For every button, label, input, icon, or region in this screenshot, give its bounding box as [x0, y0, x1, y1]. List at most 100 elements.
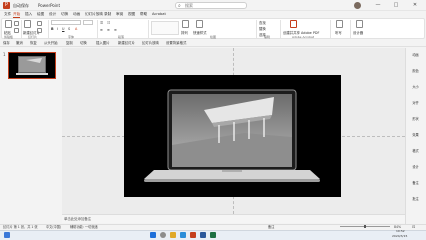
tab-animations[interactable]: 动画 — [73, 11, 80, 18]
qa-from-beginning[interactable]: 从头开始 — [44, 40, 58, 47]
acrobat-pdf-icon[interactable] — [290, 20, 297, 28]
new-slide-icon[interactable] — [24, 20, 31, 28]
qa-save[interactable]: 保存 — [3, 40, 10, 47]
layout-icon[interactable] — [37, 21, 42, 26]
group-paragraph-label: 段落 — [118, 35, 125, 39]
laptop-image[interactable] — [124, 75, 341, 197]
align-right-button[interactable]: ≡ — [114, 28, 117, 32]
qa-transition[interactable]: 切换 — [80, 40, 87, 47]
numbering-button[interactable]: ☷ — [107, 21, 110, 25]
powerpoint-taskbar-icon[interactable] — [190, 232, 196, 238]
sidebar-color[interactable]: 颜色 — [410, 68, 421, 73]
qa-copy[interactable]: 复制 — [66, 40, 73, 47]
paste-icon[interactable] — [5, 20, 12, 28]
tab-home[interactable]: 开始 — [13, 11, 21, 18]
qa-undo[interactable]: 撤消 — [16, 40, 23, 47]
qa-new-slide[interactable]: 新建幻灯片 — [118, 40, 135, 47]
tab-file[interactable]: 文件 — [4, 11, 11, 18]
tab-draw[interactable]: 绘图 — [37, 11, 44, 18]
strikethrough-button[interactable]: S — [68, 27, 70, 31]
bullets-button[interactable]: ☰ — [100, 21, 103, 25]
group-slides-label: 幻灯片 — [28, 35, 38, 39]
sidebar-animation[interactable]: 动画 — [410, 52, 421, 57]
sidebar-notes[interactable]: 备注 — [410, 180, 421, 185]
notes-pane[interactable]: 单击此处添加备注 — [62, 214, 405, 223]
sidebar-comments[interactable]: 批注 — [410, 196, 421, 201]
quick-styles-button[interactable]: 快速样式 — [193, 30, 207, 35]
microphone-icon[interactable] — [336, 20, 343, 28]
underline-button[interactable]: U — [62, 27, 64, 31]
italic-button[interactable]: I — [57, 27, 58, 31]
tab-view[interactable]: 视图 — [128, 11, 135, 18]
maximize-button[interactable]: □ — [389, 0, 403, 11]
sidebar-design[interactable]: 设计 — [410, 164, 421, 169]
group-font-label: 字体 — [68, 35, 75, 39]
sidebar-format[interactable]: 格式 — [410, 148, 421, 153]
sidebar-size[interactable]: 大小 — [410, 84, 421, 89]
align-left-button[interactable]: ≡ — [100, 28, 103, 32]
qa-background-format[interactable]: 设置背景格式 — [166, 40, 186, 47]
tab-insert[interactable]: 插入 — [25, 11, 32, 18]
search-box[interactable]: ⌕ 搜索 — [175, 2, 247, 9]
slide-canvas[interactable] — [124, 75, 341, 197]
qa-slideshow[interactable]: 幻灯片放映 — [142, 40, 159, 47]
sidebar-align[interactable]: 对齐 — [410, 100, 421, 105]
group-editing-label: 编辑 — [264, 35, 271, 39]
ribbon-separator — [148, 20, 149, 38]
clock-date[interactable]: 2024/3/15 — [392, 233, 407, 240]
search-placeholder: 搜索 — [185, 3, 193, 8]
tab-transitions[interactable]: 切换 — [61, 11, 68, 18]
edge-icon[interactable] — [180, 232, 186, 238]
tab-record[interactable]: 录制 — [104, 11, 111, 18]
word-taskbar-icon[interactable] — [200, 232, 206, 238]
excel-taskbar-icon[interactable] — [210, 232, 216, 238]
group-acrobat-label: Adobe Acrobat — [292, 35, 315, 39]
close-button[interactable]: ✕ — [408, 0, 422, 11]
search-icon: ⌕ — [178, 3, 181, 9]
ribbon-separator — [350, 20, 351, 38]
align-center-button[interactable]: ≡ — [107, 28, 110, 32]
dictate-button[interactable]: 听写 — [335, 30, 342, 35]
ribbon-separator — [330, 20, 331, 38]
arrange-icon[interactable] — [182, 20, 189, 28]
find-button[interactable]: 查找 — [259, 20, 266, 25]
ribbon-separator — [48, 20, 49, 38]
designer-button[interactable]: 设计器 — [353, 30, 363, 35]
tab-slideshow[interactable]: 幻灯片放映 — [85, 11, 103, 18]
cut-icon[interactable] — [14, 21, 19, 26]
qa-insert-picture[interactable]: 插入图片 — [96, 40, 110, 47]
ribbon-separator — [256, 20, 257, 38]
search-taskbar-icon[interactable] — [160, 232, 166, 238]
font-size-field[interactable] — [83, 20, 93, 25]
minimize-button[interactable]: — — [371, 0, 385, 11]
tab-design[interactable]: 设计 — [49, 11, 56, 18]
tab-acrobat[interactable]: Acrobat — [152, 11, 166, 18]
sidebar-effects[interactable]: 效果 — [410, 132, 421, 137]
slide-thumbnail[interactable] — [8, 52, 56, 79]
title-bar: P 自动保存 PowerPoint ⌕ 搜索 — □ ✕ — [0, 0, 426, 11]
tab-review[interactable]: 审阅 — [116, 11, 123, 18]
group-clipboard-label: 剪贴板 — [4, 35, 14, 39]
autosave-label[interactable]: 自动保存 — [13, 0, 29, 11]
copy-icon[interactable] — [14, 28, 19, 33]
sidebar-shape[interactable]: 形状 — [410, 116, 421, 121]
font-name-field[interactable] — [51, 20, 81, 25]
qa-redo[interactable]: 恢复 — [30, 40, 37, 47]
file-explorer-icon[interactable] — [170, 232, 176, 238]
bold-button[interactable]: B — [51, 27, 54, 31]
replace-button[interactable]: 替换 — [259, 26, 266, 31]
quick-access-bar — [0, 40, 426, 47]
zoom-slider-thumb[interactable] — [364, 225, 366, 228]
weather-icon[interactable] — [4, 232, 10, 238]
quick-styles-icon[interactable] — [196, 20, 203, 28]
arrange-button[interactable]: 排列 — [181, 30, 188, 35]
reset-icon[interactable] — [37, 28, 42, 33]
designer-icon[interactable] — [356, 20, 363, 28]
powerpoint-logo-icon: P — [3, 2, 10, 9]
start-icon[interactable] — [150, 232, 156, 238]
tab-help[interactable]: 帮助 — [140, 11, 147, 18]
font-color-button[interactable]: A — [75, 27, 77, 31]
ribbon-separator — [280, 20, 281, 38]
shapes-gallery[interactable] — [151, 21, 179, 35]
avatar[interactable] — [354, 2, 361, 9]
